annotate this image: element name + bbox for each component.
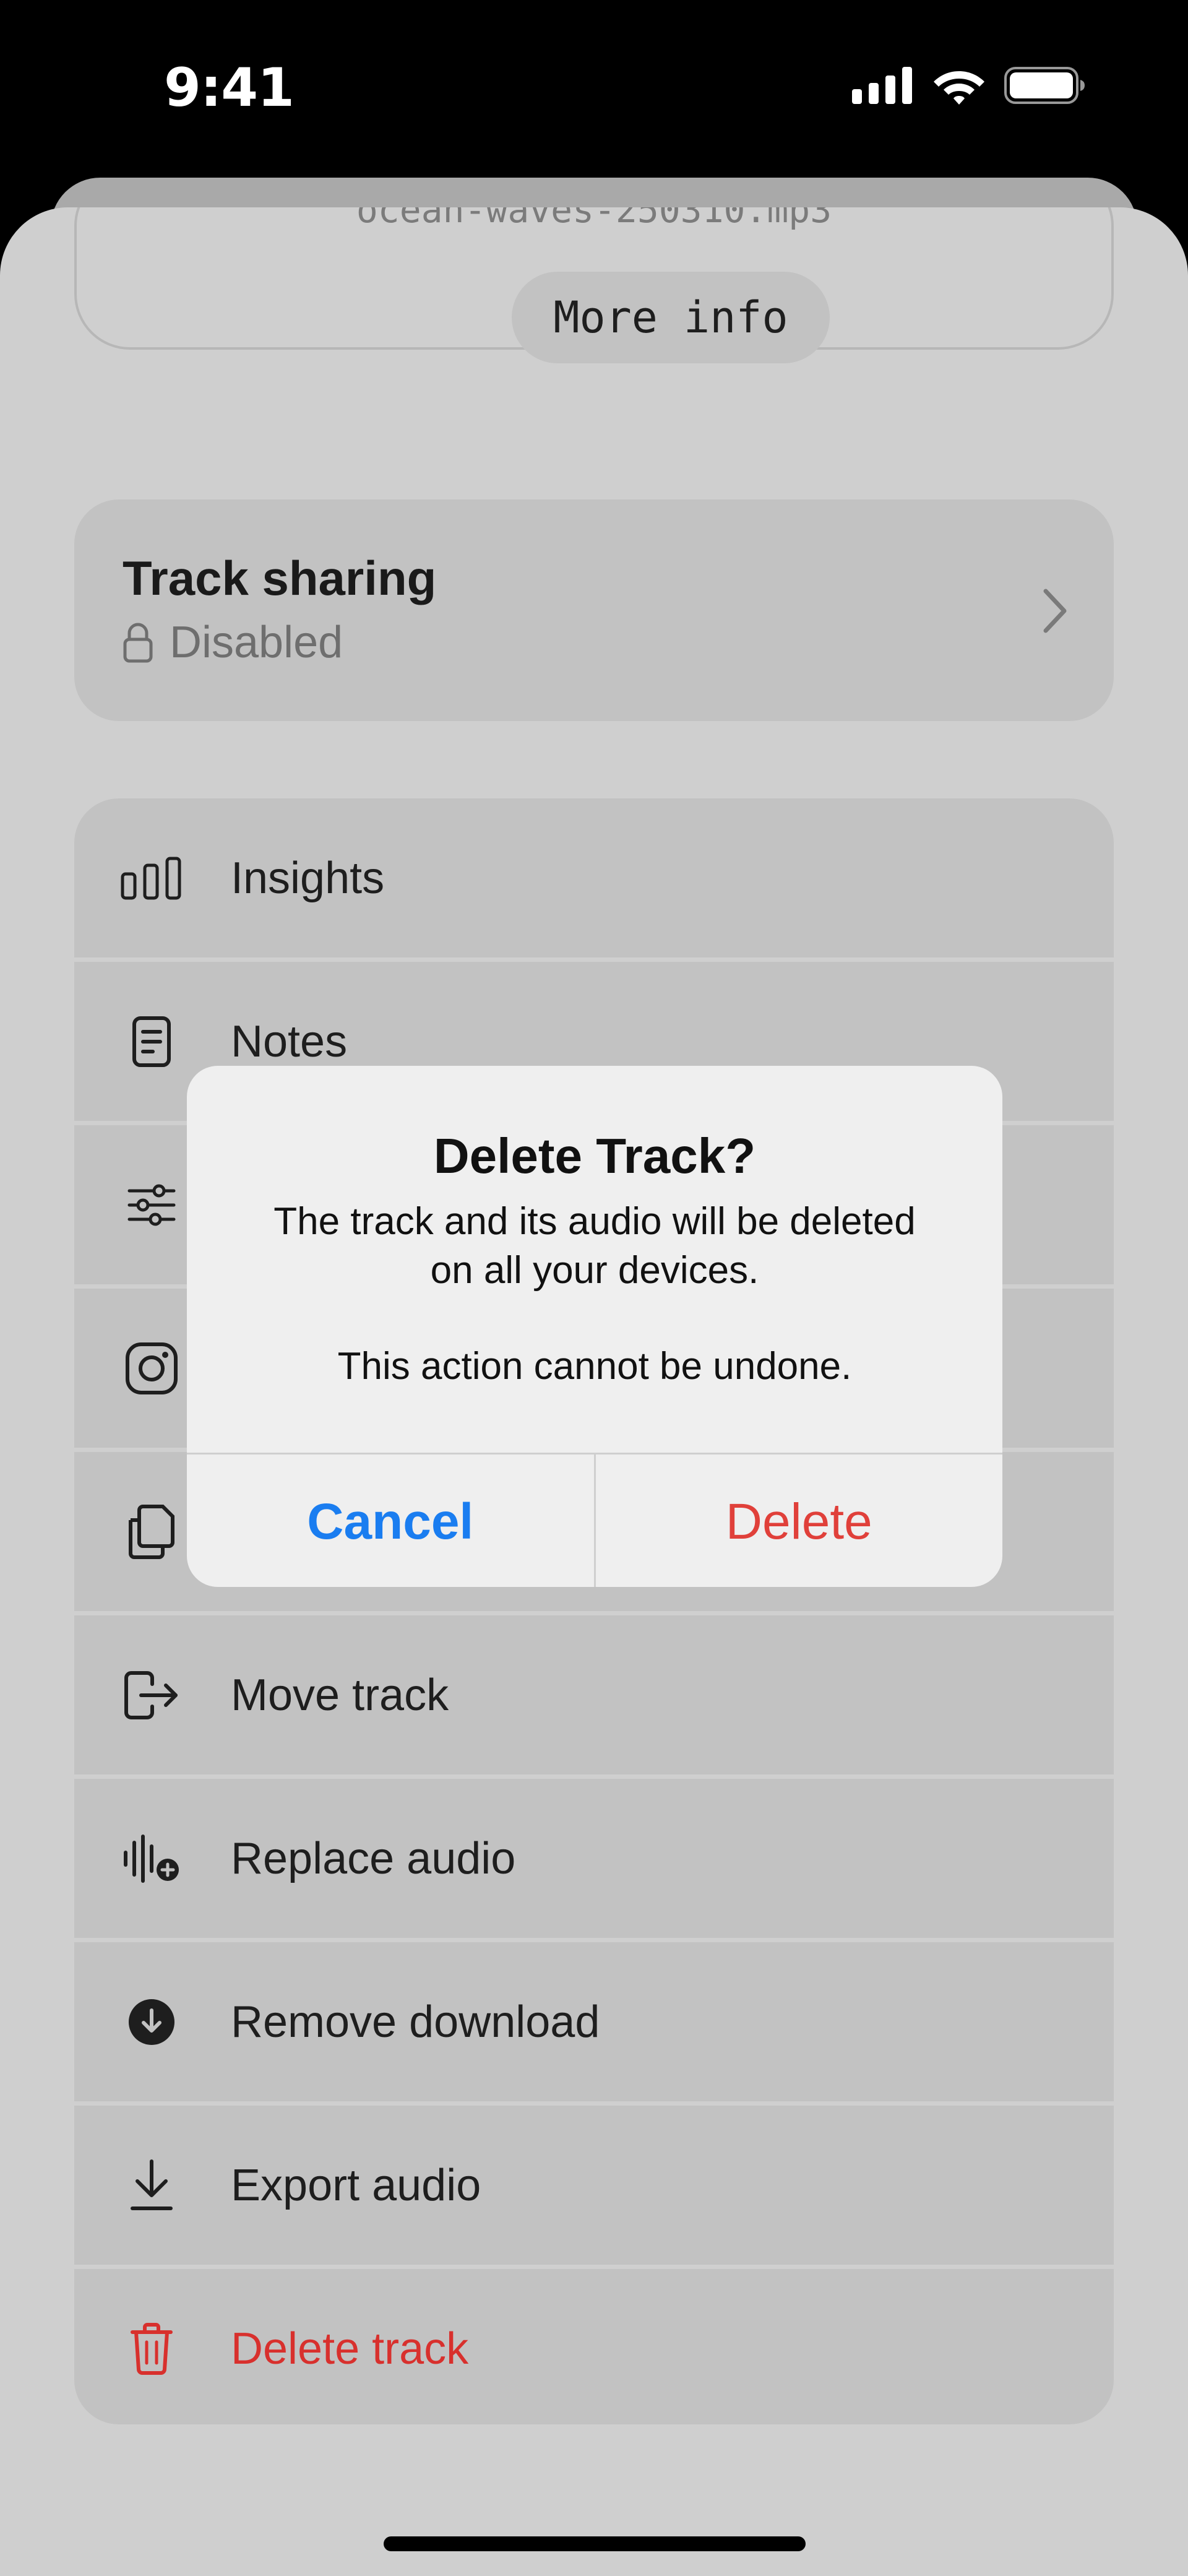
menu-label: Insights [231,853,385,903]
menu-label: Delete track [231,2323,469,2374]
menu-label: Export audio [231,2160,481,2210]
sliders-icon [121,1174,183,1236]
menu-label: Remove download [231,1997,600,2047]
trash-icon [121,2318,183,2380]
cellular-signal-icon [852,67,912,104]
copy-icon [121,1501,183,1563]
cancel-button[interactable]: Cancel [187,1454,596,1587]
menu-item-export-audio[interactable]: Export audio [74,2106,1114,2265]
sharing-status-text: Disabled [170,618,343,667]
menu-item-move-track[interactable]: Move track [74,1615,1114,1774]
delete-track-dialog: Delete Track? The track and its audio wi… [187,1066,1002,1587]
lock-icon [123,623,153,663]
move-out-icon [121,1664,183,1726]
menu-item-remove-download[interactable]: Remove download [74,1942,1114,2101]
dialog-title: Delete Track? [433,1128,756,1183]
file-info-card: ocean-waves-250310.mp3 More info [74,207,1114,363]
home-indicator[interactable] [384,2536,806,2551]
track-sharing-title: Track sharing [123,551,437,605]
more-info-button[interactable]: More info [512,272,830,363]
dialog-warning: This action cannot be undone. [337,1345,852,1388]
battery-icon [1004,67,1085,104]
menu-label: Move track [231,1670,449,1720]
menu-label: Replace audio [231,1833,516,1883]
dialog-message-line-1: The track and its audio will be deleted [273,1200,916,1243]
status-time: 9:41 [164,57,295,119]
dialog-message-line-2: on all your devices. [430,1249,759,1292]
delete-button[interactable]: Delete [596,1454,1003,1587]
instagram-icon [121,1338,183,1399]
track-sharing-status: Disabled [123,617,343,668]
track-filename: ocean-waves-250310.mp3 [356,207,832,231]
waveform-add-icon [121,1828,183,1890]
track-actions-list: Insights Notes Move track Replace audio … [74,798,1114,2424]
dialog-actions: Cancel Delete [187,1453,1002,1587]
chevron-right-icon [1043,589,1067,633]
menu-item-delete-track[interactable]: Delete track [74,2269,1114,2424]
wifi-icon [934,71,984,105]
download-circle-icon [121,1991,183,2053]
export-icon [121,2155,183,2216]
bar-chart-icon [121,847,183,909]
notes-icon [121,1011,183,1073]
menu-item-replace-audio[interactable]: Replace audio [74,1779,1114,1938]
menu-label: Notes [231,1016,348,1066]
status-bar: 9:41 [0,0,1188,173]
track-sharing-row[interactable]: Track sharing Disabled [74,499,1114,721]
dialog-message: The track and its audio will be deleted … [224,1197,965,1295]
menu-item-insights[interactable]: Insights [74,798,1114,957]
status-icons [852,67,1086,105]
